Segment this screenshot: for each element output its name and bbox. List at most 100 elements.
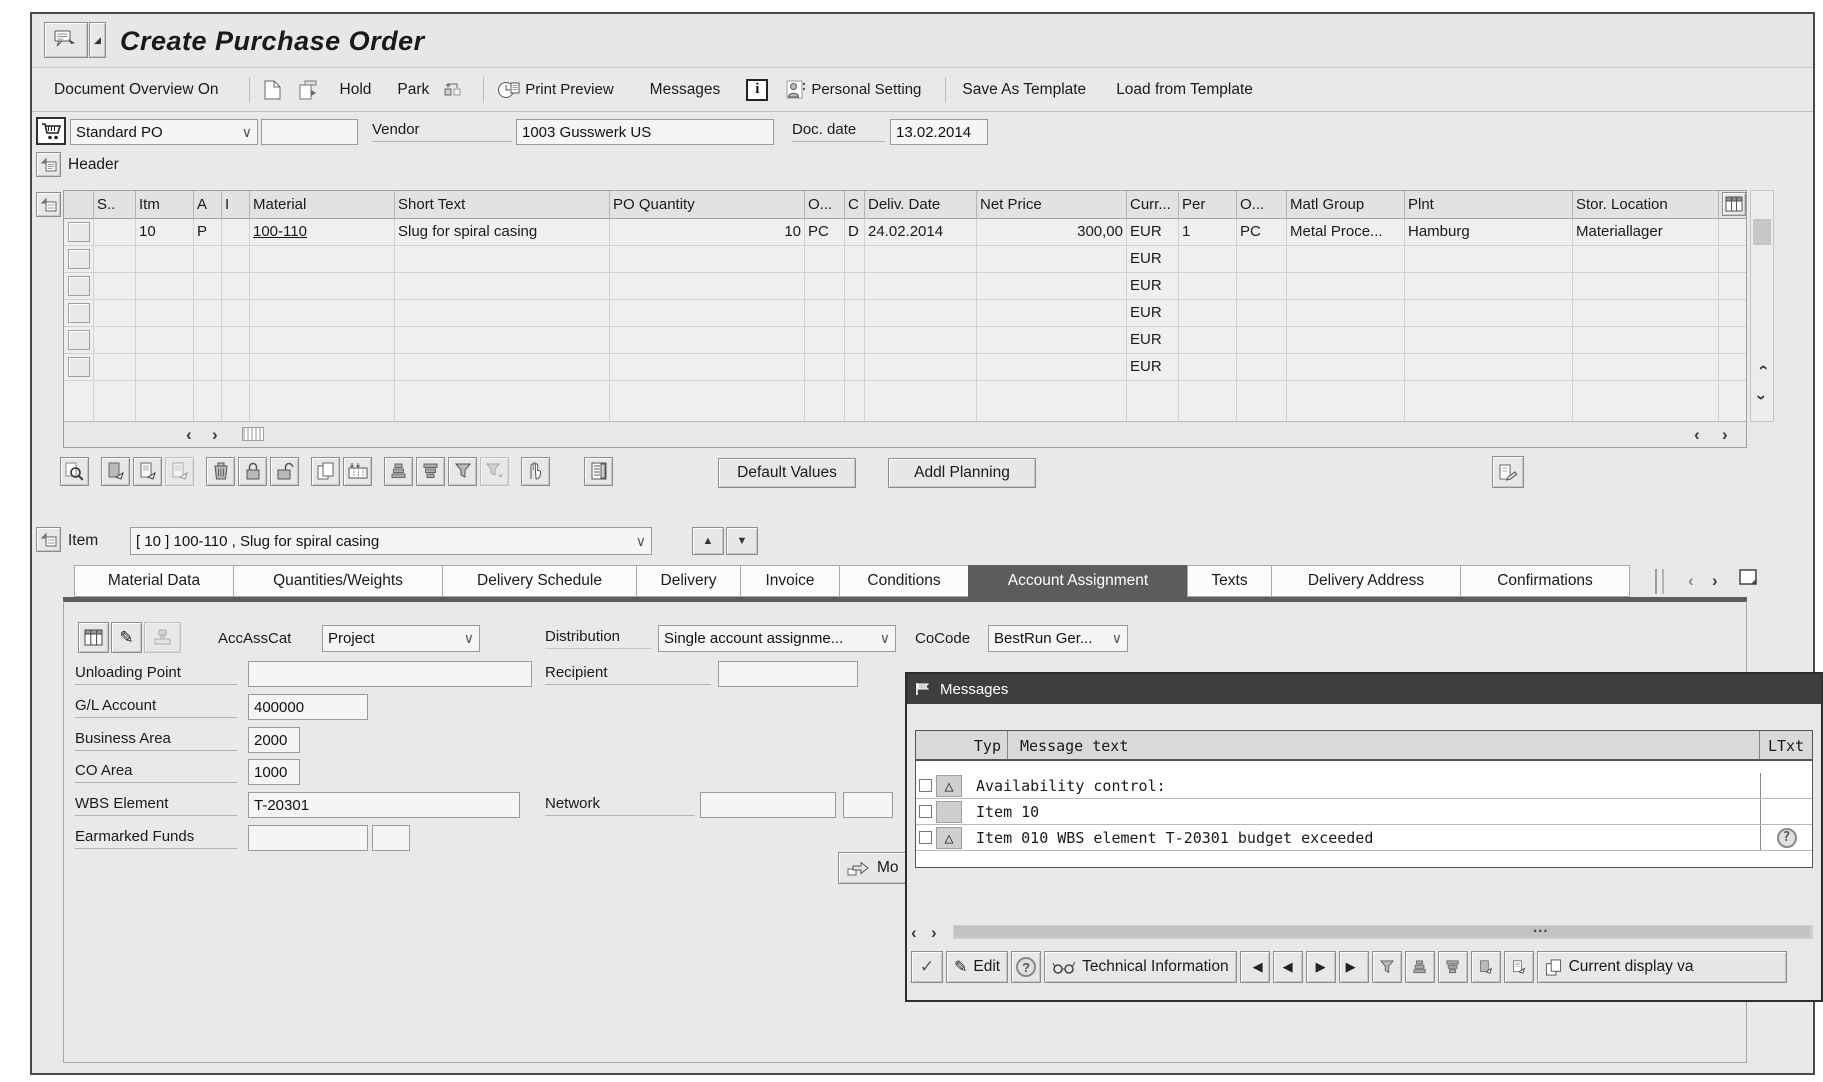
column-header[interactable]: PO Quantity bbox=[610, 191, 805, 219]
column-header[interactable]: Short Text bbox=[395, 191, 610, 219]
print-preview-button[interactable]: Print Preview bbox=[494, 77, 617, 102]
scrollbar-thumb[interactable] bbox=[242, 427, 264, 441]
tab-delivery-schedule[interactable]: Delivery Schedule bbox=[442, 565, 637, 597]
co-area-input[interactable]: 1000 bbox=[248, 759, 300, 785]
save-as-template-button[interactable]: Save As Template bbox=[956, 78, 1092, 102]
info-icon[interactable]: i bbox=[746, 79, 768, 101]
column-header[interactable]: A bbox=[194, 191, 222, 219]
last-message-button[interactable]: ▶ bbox=[1339, 951, 1369, 983]
header-expand-button[interactable] bbox=[36, 152, 61, 177]
row-select-button[interactable] bbox=[68, 276, 90, 296]
network-counter-input[interactable] bbox=[843, 792, 893, 818]
tab-account-assignment[interactable]: Account Assignment bbox=[968, 565, 1188, 597]
doc-date-input[interactable]: 13.02.2014 bbox=[890, 119, 988, 145]
filter-icon[interactable] bbox=[1372, 951, 1402, 983]
column-header[interactable]: Plnt bbox=[1405, 191, 1573, 219]
column-header[interactable]: O... bbox=[1237, 191, 1287, 219]
scroll-up-icon[interactable]: › bbox=[1752, 359, 1772, 383]
scrollbar-thumb[interactable] bbox=[954, 926, 1810, 937]
row-select-button[interactable] bbox=[68, 357, 90, 377]
sort-descending-icon[interactable] bbox=[416, 457, 445, 486]
column-header[interactable]: Per bbox=[1179, 191, 1237, 219]
row-select-button[interactable] bbox=[68, 330, 90, 350]
tab-texts[interactable]: Texts bbox=[1187, 565, 1272, 597]
dialog-scroll-right-icon[interactable]: › bbox=[931, 924, 937, 941]
first-message-button[interactable]: ◀ bbox=[1240, 951, 1270, 983]
table-horizontal-scrollbar[interactable]: ‹ › ‹ › bbox=[64, 421, 1746, 447]
table-vertical-scrollbar[interactable]: › › bbox=[1750, 190, 1774, 422]
sort-descending-icon[interactable] bbox=[1438, 951, 1468, 983]
scrollbar-thumb[interactable] bbox=[1753, 219, 1771, 245]
message-checkbox[interactable] bbox=[919, 805, 932, 818]
confirm-button[interactable]: ✓ bbox=[911, 951, 943, 983]
messages-button[interactable]: Messages bbox=[644, 78, 727, 102]
create-document-icon[interactable] bbox=[260, 78, 286, 102]
full-screen-icon[interactable] bbox=[1738, 568, 1760, 588]
tab-delivery-address[interactable]: Delivery Address bbox=[1271, 565, 1461, 597]
column-header[interactable]: C bbox=[845, 191, 865, 219]
row-select-button[interactable] bbox=[68, 249, 90, 269]
hold-button[interactable]: Hold bbox=[334, 78, 378, 102]
load-from-template-button[interactable]: Load from Template bbox=[1110, 78, 1259, 102]
order-type-extra-input[interactable] bbox=[261, 119, 358, 145]
row-select-button[interactable] bbox=[68, 222, 90, 242]
park-icon[interactable] bbox=[439, 78, 465, 102]
gl-account-input[interactable]: 400000 bbox=[248, 694, 368, 720]
recipient-input[interactable] bbox=[718, 661, 858, 687]
scroll-right-icon[interactable]: › bbox=[212, 426, 218, 443]
message-text-column-header[interactable]: Message text bbox=[1008, 731, 1760, 759]
column-settings-icon[interactable] bbox=[343, 457, 372, 486]
table-settings-icon[interactable] bbox=[1722, 192, 1746, 216]
distribution-select[interactable]: Single account assignme... ∨ bbox=[658, 625, 896, 652]
item-overview-expand-button[interactable] bbox=[36, 192, 61, 217]
help-button[interactable]: ? bbox=[1011, 951, 1041, 983]
addl-planning-button[interactable]: Addl Planning bbox=[888, 458, 1036, 488]
column-header[interactable] bbox=[64, 191, 94, 219]
material-link[interactable]: 100-110 bbox=[250, 219, 395, 246]
edit-account-assignment-icon[interactable]: ✎ bbox=[111, 622, 142, 653]
tab-scroll-left-icon[interactable]: ‹ bbox=[1688, 572, 1694, 589]
unlock-icon[interactable] bbox=[270, 457, 299, 486]
tab-splitter-bar[interactable] bbox=[1662, 569, 1665, 594]
menu-icon-button[interactable] bbox=[44, 22, 88, 58]
column-header[interactable]: Net Price bbox=[977, 191, 1127, 219]
typ-column-header[interactable]: Typ bbox=[916, 731, 1008, 759]
cocode-select[interactable]: BestRun Ger... ∨ bbox=[988, 625, 1128, 652]
tab-conditions[interactable]: Conditions bbox=[839, 565, 969, 597]
delete-icon[interactable] bbox=[206, 457, 235, 486]
previous-item-button[interactable]: ▲ bbox=[692, 527, 724, 555]
earmarked-funds-input[interactable] bbox=[248, 825, 368, 851]
scroll-down-icon[interactable]: › bbox=[1752, 389, 1772, 413]
column-header[interactable]: Stor. Location bbox=[1573, 191, 1719, 219]
row-select-button[interactable] bbox=[68, 303, 90, 323]
filter-icon[interactable] bbox=[448, 457, 477, 486]
change-display-icon[interactable] bbox=[1492, 456, 1524, 488]
park-button[interactable]: Park bbox=[391, 78, 435, 102]
tab-splitter-bar[interactable] bbox=[1655, 569, 1658, 594]
column-header[interactable]: Curr... bbox=[1127, 191, 1179, 219]
dialog-title-bar[interactable]: Messages bbox=[907, 674, 1821, 704]
unloading-point-input[interactable] bbox=[248, 661, 532, 687]
next-message-button[interactable]: ▶ bbox=[1306, 951, 1336, 983]
copy-item-icon[interactable] bbox=[311, 457, 340, 486]
notes-icon[interactable] bbox=[584, 457, 613, 486]
select-all-icon[interactable] bbox=[133, 457, 162, 486]
item-select[interactable]: [ 10 ] 100-110 , Slug for spiral casing … bbox=[130, 527, 652, 555]
earmarked-funds-item-input[interactable] bbox=[372, 825, 410, 851]
column-header[interactable]: Itm bbox=[136, 191, 194, 219]
ltxt-column-header[interactable]: LTxt bbox=[1760, 731, 1812, 759]
document-overview-button[interactable]: Document Overview On bbox=[48, 78, 225, 102]
default-values-button[interactable]: Default Values bbox=[718, 458, 856, 488]
dialog-horizontal-scrollbar[interactable]: ... bbox=[953, 925, 1813, 939]
column-header[interactable]: Matl Group bbox=[1287, 191, 1405, 219]
order-type-select[interactable]: Standard PO ∨ bbox=[70, 119, 258, 145]
tab-confirmations[interactable]: Confirmations bbox=[1460, 565, 1630, 597]
network-input[interactable] bbox=[700, 792, 836, 818]
technical-information-button[interactable]: Technical Information bbox=[1044, 951, 1236, 983]
copy-document-icon[interactable] bbox=[296, 78, 322, 102]
column-header[interactable]: O... bbox=[805, 191, 845, 219]
accasscat-select[interactable]: Project ∨ bbox=[322, 625, 480, 652]
current-display-variant-button[interactable]: Current display va bbox=[1537, 951, 1787, 983]
dialog-scroll-left-icon[interactable]: ‹ bbox=[911, 924, 917, 941]
lock-icon[interactable] bbox=[238, 457, 267, 486]
